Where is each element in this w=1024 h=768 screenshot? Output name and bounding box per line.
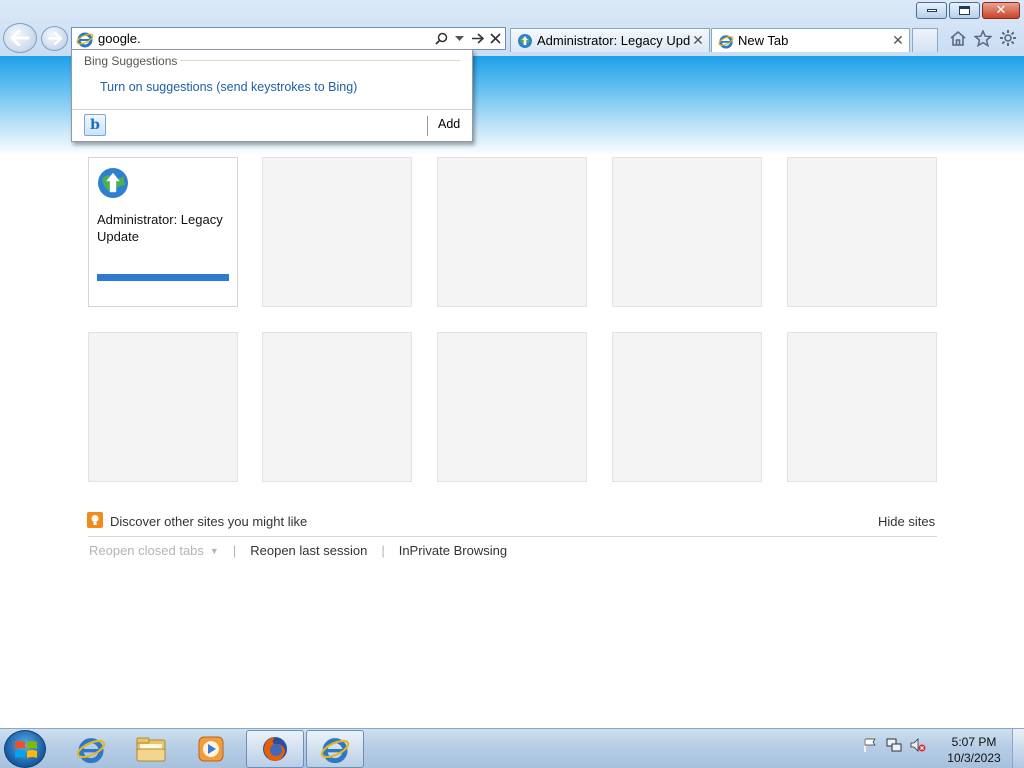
empty-site-tile[interactable] bbox=[262, 332, 412, 482]
action-center-flag-icon[interactable] bbox=[862, 737, 878, 753]
taskbar-firefox[interactable] bbox=[246, 730, 304, 768]
clock-date: 10/3/2023 bbox=[947, 751, 1001, 765]
taskbar-internet-explorer-active[interactable] bbox=[306, 730, 364, 768]
address-input[interactable] bbox=[94, 28, 433, 49]
firefox-icon bbox=[263, 737, 287, 761]
suggestions-header: Bing Suggestions bbox=[84, 54, 178, 68]
inprivate-browsing-link[interactable]: InPrivate Browsing bbox=[399, 543, 507, 558]
taskbar-windows-explorer[interactable] bbox=[122, 730, 180, 768]
forward-button[interactable] bbox=[41, 26, 68, 51]
tab-close-icon[interactable]: ✕ bbox=[690, 32, 706, 49]
go-arrow-icon[interactable] bbox=[469, 30, 485, 48]
volume-muted-icon[interactable] bbox=[910, 737, 926, 753]
empty-site-tile[interactable] bbox=[787, 332, 937, 482]
empty-site-tile[interactable] bbox=[262, 157, 412, 307]
frequent-site-tile-legacy-update[interactable]: Administrator: Legacy Update bbox=[88, 157, 238, 307]
media-player-icon bbox=[198, 736, 224, 762]
reopen-closed-tabs-link[interactable]: Reopen closed tabs bbox=[89, 543, 204, 558]
restore-icon bbox=[959, 6, 970, 15]
tile-activity-bar bbox=[97, 274, 229, 281]
suggestions-footer: b Add bbox=[72, 109, 472, 141]
reopen-last-session-link[interactable]: Reopen last session bbox=[250, 543, 367, 558]
empty-site-tile[interactable] bbox=[612, 332, 762, 482]
close-window-button[interactable]: ✕ bbox=[982, 2, 1020, 19]
empty-site-tile[interactable] bbox=[612, 157, 762, 307]
back-button[interactable] bbox=[3, 23, 37, 53]
new-tab-button[interactable] bbox=[912, 28, 938, 52]
close-icon: ✕ bbox=[995, 3, 1007, 18]
back-arrow-icon bbox=[10, 30, 30, 46]
hide-sites-link[interactable]: Hide sites bbox=[878, 514, 935, 529]
window-controls: ✕ bbox=[916, 2, 1020, 19]
tab-title: New Tab bbox=[738, 33, 789, 48]
address-bar bbox=[71, 27, 506, 50]
taskbar-internet-explorer[interactable] bbox=[62, 730, 120, 768]
tile-title: Administrator: Legacy Update bbox=[97, 212, 223, 244]
tab-close-icon[interactable]: ✕ bbox=[890, 32, 906, 49]
divider bbox=[180, 60, 460, 61]
empty-site-tile[interactable] bbox=[787, 157, 937, 307]
folder-icon bbox=[136, 737, 166, 762]
empty-site-tile[interactable] bbox=[437, 157, 587, 307]
minimize-icon bbox=[926, 9, 937, 12]
gear-icon[interactable] bbox=[998, 28, 1018, 48]
tab-new-tab[interactable]: New Tab ✕ bbox=[711, 28, 910, 52]
ie-logo-icon bbox=[76, 32, 94, 47]
start-button[interactable] bbox=[4, 730, 46, 768]
discover-sites-link[interactable]: Discover other sites you might like bbox=[110, 514, 307, 529]
chevron-down-icon[interactable]: ▼ bbox=[210, 546, 219, 556]
separator: | bbox=[381, 543, 385, 558]
turn-on-suggestions-link[interactable]: Turn on suggestions (send keystrokes to … bbox=[100, 80, 357, 94]
network-icon[interactable] bbox=[886, 737, 902, 753]
forward-arrow-icon bbox=[47, 32, 62, 45]
stop-icon[interactable] bbox=[487, 30, 503, 48]
search-icon[interactable] bbox=[433, 30, 449, 48]
ie-logo-icon bbox=[76, 738, 106, 764]
divider bbox=[427, 116, 428, 136]
separator: | bbox=[232, 543, 237, 558]
legacy-update-globe-icon bbox=[98, 168, 128, 198]
show-desktop-button[interactable] bbox=[1012, 729, 1024, 768]
minimize-button[interactable] bbox=[916, 2, 947, 19]
legacy-update-globe-icon bbox=[518, 33, 532, 48]
empty-site-tile[interactable] bbox=[88, 332, 238, 482]
ie-logo-icon bbox=[320, 738, 350, 764]
system-clock[interactable]: 5:07 PM 10/3/2023 bbox=[936, 734, 1012, 766]
tab-title: Administrator: Legacy Upd... bbox=[537, 33, 690, 48]
ie-logo-icon bbox=[718, 34, 734, 49]
add-search-provider-button[interactable]: Add bbox=[438, 117, 460, 131]
home-icon[interactable] bbox=[948, 28, 968, 48]
address-suggestions-dropdown: Bing Suggestions Turn on suggestions (se… bbox=[71, 49, 473, 142]
taskbar: 5:07 PM 10/3/2023 bbox=[0, 728, 1024, 768]
notification-area bbox=[862, 737, 926, 753]
tab-legacy-update[interactable]: Administrator: Legacy Upd... ✕ bbox=[510, 28, 710, 52]
windows-logo-icon bbox=[15, 741, 37, 758]
lightbulb-icon bbox=[87, 512, 103, 528]
divider bbox=[88, 536, 937, 537]
dropdown-arrow-icon[interactable] bbox=[451, 30, 467, 48]
restore-button[interactable] bbox=[949, 2, 980, 19]
bottom-links: Reopen closed tabs ▼ | Reopen last sessi… bbox=[89, 543, 507, 558]
bing-icon[interactable]: b bbox=[84, 114, 106, 136]
clock-time: 5:07 PM bbox=[951, 735, 997, 749]
empty-site-tile[interactable] bbox=[437, 332, 587, 482]
favorites-star-icon[interactable] bbox=[973, 28, 993, 48]
browser-chrome: ✕ Admin bbox=[0, 0, 1024, 56]
taskbar-media-player[interactable] bbox=[182, 730, 240, 768]
